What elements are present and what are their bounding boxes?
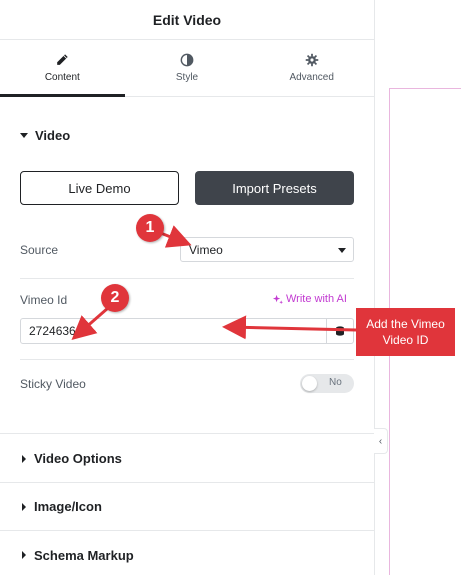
caret-down-icon: [20, 133, 28, 138]
pencil-icon: [57, 54, 69, 65]
sticky-video-label: Sticky Video: [20, 377, 86, 391]
dynamic-tags-button[interactable]: [326, 319, 353, 343]
import-presets-button[interactable]: Import Presets: [195, 171, 354, 205]
divider: [20, 359, 354, 360]
caret-right-icon: [22, 502, 26, 511]
tab-content[interactable]: Content: [0, 40, 125, 97]
source-select[interactable]: Vimeo: [180, 237, 354, 262]
contrast-icon: [180, 53, 194, 67]
chevron-left-icon: ‹: [378, 435, 383, 447]
step-marker-2: 2: [101, 284, 129, 312]
schema-markup-title: Schema Markup: [34, 547, 134, 563]
video-section-header[interactable]: Video: [20, 128, 70, 143]
divider: [20, 278, 354, 279]
write-with-ai-link[interactable]: Write with AI: [272, 293, 347, 305]
video-section-title: Video: [35, 128, 71, 143]
gear-icon: [305, 53, 318, 67]
source-label: Source: [20, 243, 59, 257]
step-marker-1: 1: [136, 214, 164, 242]
write-with-ai-label: Write with AI: [286, 293, 347, 305]
tab-content-label: Content: [44, 72, 80, 83]
annotation-callout: Add the Vimeo Video ID: [356, 308, 455, 356]
tab-advanced-label: Advanced: [289, 72, 334, 83]
database-icon: [336, 326, 344, 336]
video-options-title: Video Options: [34, 451, 122, 466]
image-icon-title: Image/Icon: [34, 499, 102, 514]
vimeo-id-input[interactable]: 27246366: [20, 318, 354, 344]
caret-right-icon: [22, 551, 26, 559]
schema-markup-section[interactable]: Schema Markup: [0, 531, 374, 575]
caret-right-icon: [22, 454, 26, 463]
toggle-knob: [302, 376, 317, 391]
tab-style[interactable]: Style: [125, 40, 250, 96]
vimeo-id-value: 27246366: [29, 324, 83, 338]
panel-tabs: Content Style Advanced: [0, 40, 374, 97]
image-icon-section[interactable]: Image/Icon: [0, 483, 374, 531]
panel-collapse-handle[interactable]: ‹: [374, 428, 388, 454]
sparkle-icon: [272, 294, 283, 304]
source-select-value: Vimeo: [189, 242, 223, 257]
toggle-state-label: No: [329, 377, 342, 388]
sticky-video-toggle[interactable]: No: [300, 374, 354, 393]
live-demo-button[interactable]: Live Demo: [20, 171, 179, 205]
video-options-section[interactable]: Video Options: [0, 435, 374, 483]
chevron-down-icon: [338, 248, 346, 253]
tab-style-label: Style: [175, 72, 199, 83]
tab-advanced[interactable]: Advanced: [249, 40, 374, 96]
vimeo-id-label: Vimeo Id: [20, 293, 68, 307]
panel-header: Edit Video: [0, 0, 374, 40]
video-section: Video Live Demo Import Presets Source Vi…: [0, 98, 374, 434]
panel-title: Edit Video: [152, 11, 222, 28]
editor-panel: Edit Video Content Style Advanced Video …: [0, 0, 374, 575]
